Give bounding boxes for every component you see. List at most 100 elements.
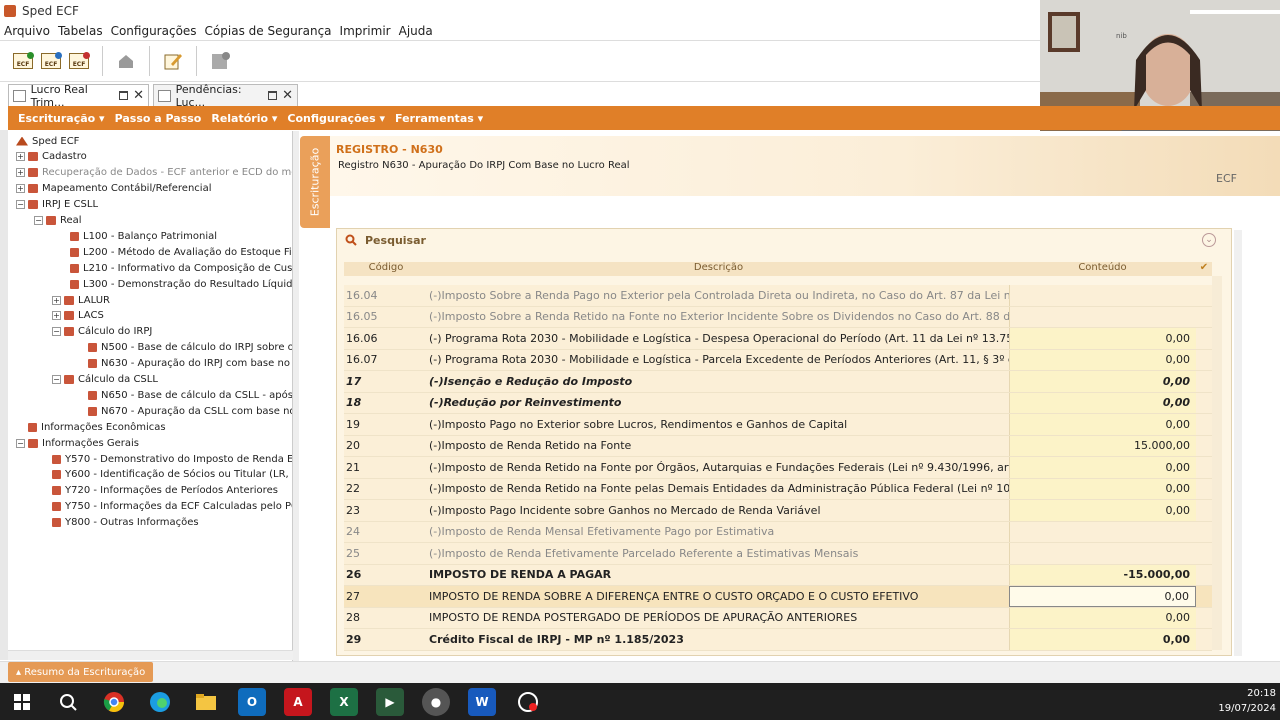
collapse-icon[interactable]: − [34, 216, 43, 225]
table-row[interactable]: 16.07 (-) Programa Rota 2030 - Mobilidade… [344, 349, 1212, 371]
tree-item[interactable]: + LACS [52, 308, 104, 324]
tree-item[interactable]: L200 - Método de Avaliação do Estoque Fi… [70, 244, 292, 260]
table-row[interactable]: 23 (-)Imposto Pago Incidente sobre Ganhos… [344, 500, 1212, 522]
table-row[interactable]: 29 Crédito Fiscal de IRPJ - MP nº 1.185/2… [344, 629, 1212, 651]
tree-item[interactable]: Sped ECF [16, 133, 79, 149]
validate-button[interactable] [209, 50, 231, 72]
menu-ajuda[interactable]: Ajuda [399, 24, 433, 38]
outlook-taskbar-button[interactable]: O [238, 687, 266, 716]
table-row[interactable]: 25 (-)Imposto de Renda Efetivamente Parce… [344, 543, 1212, 565]
cell-conteudo[interactable] [1009, 306, 1196, 327]
menu-relatorio[interactable]: Relatório ▾ [211, 112, 277, 125]
tree-item[interactable]: Y750 - Informações da ECF Calculadas pel… [52, 499, 292, 515]
expand-icon[interactable]: + [16, 184, 25, 194]
close-ecf-button[interactable]: ECF [68, 50, 90, 72]
new-ecf-button[interactable]: ECF [12, 50, 34, 72]
chevron-down-icon[interactable]: ⌄ [1202, 233, 1216, 247]
menu-escrituracao[interactable]: Escrituração ▾ [18, 112, 105, 125]
excel-taskbar-button[interactable]: X [330, 687, 358, 716]
start-button[interactable] [8, 688, 36, 716]
cell-conteudo[interactable]: 0,00 [1009, 629, 1196, 650]
menu-ferramentas[interactable]: Ferramentas ▾ [395, 112, 483, 125]
tree-item[interactable]: + LALUR [52, 292, 110, 308]
table-row[interactable]: 27 IMPOSTO DE RENDA SOBRE A DIFERENÇA ENT… [344, 586, 1212, 608]
col-header-descricao[interactable]: Descrição [428, 262, 1009, 276]
restore-icon[interactable] [268, 91, 278, 100]
tab-pendencias[interactable]: Pendências: Luc... ✕ [153, 83, 298, 109]
table-row[interactable]: 17 (-)Isenção e Redução do Imposto 0,00 [344, 371, 1212, 393]
tree-item[interactable]: Informações Econômicas [28, 419, 166, 435]
table-row[interactable]: 20 (-)Imposto de Renda Retido na Fonte 15.… [344, 435, 1212, 457]
menu-passo-a-passo[interactable]: Passo a Passo [115, 112, 202, 125]
cell-conteudo[interactable]: 0,00 [1009, 607, 1196, 628]
table-row[interactable]: 21 (-)Imposto de Renda Retido na Fonte po… [344, 457, 1212, 479]
cell-conteudo[interactable]: 0,00 [1009, 478, 1196, 499]
cell-conteudo[interactable] [1009, 543, 1196, 564]
tree-item[interactable]: N500 - Base de cálculo do IRPJ sobre o L… [88, 340, 292, 356]
cell-conteudo[interactable]: 0,00 [1009, 500, 1196, 521]
menu-imprimir[interactable]: Imprimir [340, 24, 391, 38]
table-row[interactable]: 28 IMPOSTO DE RENDA POSTERGADO DE PERÍODO… [344, 607, 1212, 629]
expand-icon[interactable]: + [16, 168, 25, 178]
table-row[interactable]: 24 (-)Imposto de Renda Mensal Efetivament… [344, 521, 1212, 543]
cell-conteudo[interactable]: 0,00 [1009, 392, 1196, 413]
system-clock[interactable]: 20:18 19/07/2024 [1200, 686, 1276, 716]
table-row[interactable]: 26 IMPOSTO DE RENDA A PAGAR -15.000,00 [344, 564, 1212, 586]
expand-icon[interactable]: + [52, 311, 61, 321]
table-row[interactable]: 22 (-)Imposto de Renda Retido na Fonte pe… [344, 478, 1212, 500]
expand-icon[interactable]: + [16, 152, 25, 162]
table-row[interactable]: 16.05 (-)Imposto Sobre a Renda Retido na … [344, 306, 1212, 328]
cell-conteudo[interactable] [1009, 285, 1196, 306]
expand-icon[interactable]: + [52, 295, 61, 305]
table-row[interactable]: 18 (-)Redução por Reinvestimento 0,00 [344, 392, 1212, 414]
cell-conteudo[interactable]: 15.000,00 [1009, 435, 1196, 456]
close-icon[interactable]: ✕ [133, 88, 144, 103]
word-taskbar-button[interactable]: W [468, 687, 496, 716]
cell-conteudo[interactable] [1009, 521, 1196, 542]
tree-item[interactable]: N650 - Base de cálculo da CSLL - após co… [88, 387, 292, 403]
cell-conteudo[interactable]: -15.000,00 [1009, 564, 1196, 585]
tree-item[interactable]: L100 - Balanço Patrimonial [70, 228, 217, 244]
table-row[interactable]: 16.06 (-) Programa Rota 2030 - Mobilidade… [344, 328, 1212, 350]
tree-item[interactable]: + Recuperação de Dados - ECF anterior e E… [16, 165, 292, 181]
vertical-tab-escrituracao[interactable]: Escrituração [300, 136, 330, 228]
search-taskbar-button[interactable] [54, 688, 82, 716]
content-vertical-scrollbar[interactable] [1234, 230, 1242, 656]
table-row[interactable]: 16.04 (-)Imposto Sobre a Renda Pago no Ex… [344, 285, 1212, 307]
menu-arquivo[interactable]: Arquivo [4, 24, 50, 38]
collapse-icon[interactable]: − [52, 327, 61, 337]
acrobat-taskbar-button[interactable]: A [284, 687, 312, 716]
tree-item[interactable]: N670 - Apuração da CSLL com base no Luc [88, 403, 292, 419]
app-taskbar-button[interactable]: ▶ [376, 687, 404, 716]
grid-vertical-scrollbar[interactable] [1212, 276, 1222, 650]
collapse-icon[interactable]: − [16, 200, 25, 210]
open-ecf-button[interactable]: ECF [40, 50, 62, 72]
menu-tabelas[interactable]: Tabelas [58, 24, 103, 38]
tree-item[interactable]: N630 - Apuração do IRPJ com base no Luc [88, 356, 292, 372]
tree-horizontal-scrollbar[interactable] [8, 650, 293, 660]
resumo-escrituracao-button[interactable]: ▴ Resumo da Escrituração [8, 662, 154, 682]
edit-button[interactable] [162, 50, 184, 72]
tree-item[interactable]: Y570 - Demonstrativo do Imposto de Renda… [52, 451, 292, 467]
edge-taskbar-button[interactable] [146, 688, 174, 716]
search-bar[interactable]: Pesquisar [337, 229, 1223, 251]
cell-conteudo[interactable]: 0,00 [1009, 328, 1196, 349]
left-edge-handle[interactable] [0, 130, 8, 660]
explorer-taskbar-button[interactable] [192, 688, 220, 716]
tree-item[interactable]: L210 - Informativo da Composição de Cust… [70, 260, 292, 276]
chrome-taskbar-button[interactable] [100, 688, 128, 716]
close-icon[interactable]: ✕ [282, 88, 293, 103]
home-button[interactable] [115, 50, 137, 72]
cell-conteudo[interactable]: 0,00 [1009, 414, 1196, 435]
table-row[interactable]: 19 (-)Imposto Pago no Exterior sobre Lucr… [344, 414, 1212, 436]
tree-item[interactable]: − Cálculo do IRPJ [52, 324, 152, 340]
tree-item[interactable]: L300 - Demonstração do Resultado Líquido… [70, 276, 292, 292]
col-header-conteudo[interactable]: Conteúdo [1009, 262, 1196, 276]
tree-item[interactable]: − Informações Gerais [16, 435, 139, 451]
tree-item[interactable]: + Cadastro [16, 149, 87, 165]
tree-item[interactable]: − Real [34, 213, 82, 229]
collapse-icon[interactable]: − [52, 375, 61, 384]
tab-lucro-real[interactable]: Lucro Real Trim... ✕ [8, 83, 150, 109]
tree-item[interactable]: Y800 - Outras Informações [52, 515, 199, 531]
tree-item[interactable]: + Mapeamento Contábil/Referencial [16, 181, 211, 197]
